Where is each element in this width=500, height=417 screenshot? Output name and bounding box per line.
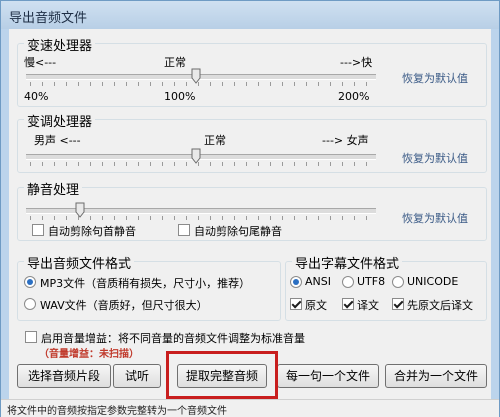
pitch-reset-link[interactable]: 恢复为默认值 bbox=[402, 150, 468, 166]
export-audio-dialog: 导出音频文件 变速处理器 慢<--- 正常 --->快 40% 100% 200… bbox=[0, 0, 500, 417]
wav-label: WAV文件（音质好，但尺寸很大） bbox=[40, 299, 208, 312]
original-label: 原文 bbox=[305, 299, 327, 312]
trim-tail-label: 自动剪除句尾静音 bbox=[194, 225, 282, 238]
dialog-body: 变速处理器 慢<--- 正常 --->快 40% 100% 200% 恢复为默认… bbox=[9, 29, 491, 399]
speed-slider-track[interactable] bbox=[26, 74, 376, 80]
pitch-group: 变调处理器 男声 <--- 正常 ---> 女声 恢复为默认值 bbox=[17, 111, 487, 173]
gain-label: 启用音量增益：将不同音量的音频文件调整为标准音量 bbox=[41, 332, 305, 345]
pitch-label-male: 男声 <--- bbox=[34, 134, 81, 147]
audio-format-group: 导出音频文件格式 MP3文件（音质稍有损失，尺寸小，推荐） WAV文件（音质好，… bbox=[17, 253, 281, 321]
original-checkbox[interactable] bbox=[290, 298, 302, 310]
trim-head-checkbox[interactable] bbox=[32, 224, 44, 236]
silence-slider-thumb[interactable] bbox=[75, 202, 85, 218]
utf8-label: UTF8 bbox=[357, 275, 386, 288]
translation-checkbox[interactable] bbox=[342, 298, 354, 310]
speed-value-max: 200% bbox=[338, 90, 370, 103]
silence-group: 静音处理 恢复为默认值 自动剪除句首静音 自动剪除句尾静音 bbox=[17, 179, 487, 241]
silence-group-title: 静音处理 bbox=[24, 179, 83, 198]
speed-value-min: 40% bbox=[24, 90, 49, 103]
speed-slider-thumb[interactable] bbox=[191, 68, 201, 84]
merge-into-one-file-button[interactable]: 合并为一个文件 bbox=[385, 364, 487, 388]
speed-reset-link[interactable]: 恢复为默认值 bbox=[402, 70, 468, 86]
trim-head-label: 自动剪除句首静音 bbox=[48, 225, 136, 238]
ansi-radio[interactable] bbox=[290, 276, 302, 288]
mp3-radio[interactable] bbox=[24, 276, 36, 288]
trim-tail-checkbox[interactable] bbox=[178, 224, 190, 236]
status-text: 将文件中的音频按指定参数完整转为一个音频文件 bbox=[7, 406, 227, 417]
speed-group-title: 变速处理器 bbox=[24, 35, 96, 54]
both-label: 先原文后译文 bbox=[407, 299, 473, 312]
utf8-radio[interactable] bbox=[342, 276, 354, 288]
translation-label: 译文 bbox=[357, 299, 379, 312]
subtitle-format-title: 导出字幕文件格式 bbox=[292, 253, 403, 272]
gain-checkbox[interactable] bbox=[25, 331, 37, 343]
unicode-label: UNICODE bbox=[407, 275, 459, 288]
pitch-group-title: 变调处理器 bbox=[24, 111, 96, 130]
window-title: 导出音频文件 bbox=[9, 11, 88, 26]
pitch-label-normal: 正常 bbox=[204, 134, 226, 147]
pitch-slider-thumb[interactable] bbox=[191, 148, 201, 164]
pitch-label-female: ---> 女声 bbox=[322, 134, 369, 147]
one-file-per-sentence-button[interactable]: 每一句一个文件 bbox=[277, 364, 379, 388]
audio-format-title: 导出音频文件格式 bbox=[24, 253, 135, 272]
subtitle-format-group: 导出字幕文件格式 ANSI UTF8 UNICODE 原文 译文 先原文后译文 bbox=[285, 253, 487, 321]
silence-reset-link[interactable]: 恢复为默认值 bbox=[402, 210, 468, 226]
mp3-label: MP3文件（音质稍有损失，尺寸小，推荐） bbox=[40, 277, 251, 290]
unicode-radio[interactable] bbox=[392, 276, 404, 288]
pitch-slider-track[interactable] bbox=[26, 154, 376, 160]
select-segment-button[interactable]: 选择音频片段 bbox=[17, 364, 111, 388]
ansi-label: ANSI bbox=[305, 275, 331, 288]
preview-button[interactable]: 试听 bbox=[113, 364, 161, 388]
highlight-box bbox=[166, 351, 278, 399]
speed-group: 变速处理器 慢<--- 正常 --->快 40% 100% 200% 恢复为默认… bbox=[17, 35, 487, 107]
gain-status: （音量增益：未扫描） bbox=[39, 349, 139, 360]
speed-label-fast: --->快 bbox=[340, 56, 373, 69]
speed-label-normal: 正常 bbox=[164, 56, 186, 69]
both-checkbox[interactable] bbox=[392, 298, 404, 310]
speed-value-normal: 100% bbox=[164, 90, 196, 103]
speed-label-slow: 慢<--- bbox=[24, 56, 57, 69]
wav-radio[interactable] bbox=[24, 298, 36, 310]
status-bar: 将文件中的音频按指定参数完整转为一个音频文件 bbox=[1, 399, 499, 417]
title-bar: 导出音频文件 bbox=[1, 1, 499, 29]
